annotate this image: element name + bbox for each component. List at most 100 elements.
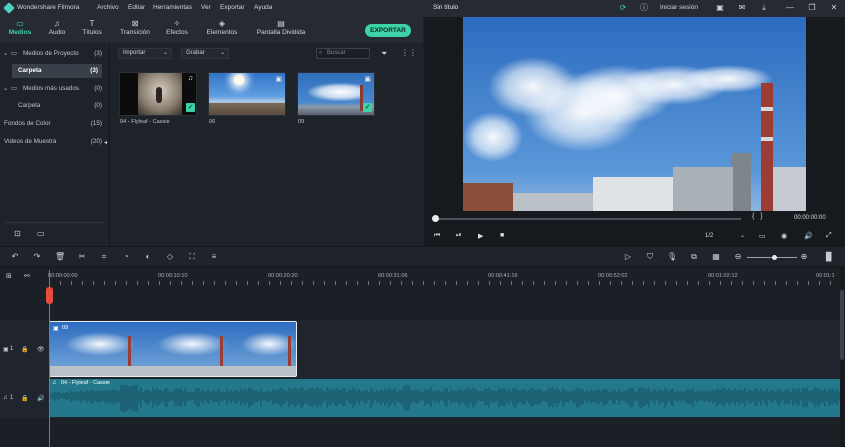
link-icon[interactable]: ⚯	[24, 272, 30, 280]
tab-pantalla-dividida[interactable]: ▤ Pantalla Dividida	[252, 19, 310, 36]
tree-item-fondos-color[interactable]: Fondos de Color (15)	[0, 117, 108, 131]
voiceover-icon[interactable]: ⧉	[689, 252, 699, 262]
tree-item-medios-mas-usados[interactable]: ⌄ ▭ Medios más usados (0)	[0, 82, 108, 96]
tab-transicion[interactable]: ⊠ Transición	[115, 19, 155, 36]
zoom-out-icon[interactable]: ⊖	[733, 252, 743, 262]
zoom-slider-handle[interactable]	[772, 255, 777, 260]
tab-label: Audio	[48, 29, 66, 36]
save-icon[interactable]: ▣	[715, 3, 725, 13]
download-icon[interactable]: ⤓	[759, 3, 769, 13]
new-folder-icon[interactable]: ⊡	[14, 229, 21, 238]
redo-icon[interactable]: ↷	[32, 252, 42, 262]
video-clip[interactable]: ▣ 09	[49, 321, 297, 377]
record-dropdown[interactable]: Grabar ⌄	[181, 48, 229, 59]
tab-label: Títulos	[82, 29, 102, 36]
import-dropdown[interactable]: Importar ⌄	[118, 48, 172, 59]
tab-medios[interactable]: ▭ Medios	[3, 19, 37, 36]
tab-elementos[interactable]: ◈ Elementos	[202, 19, 242, 36]
speaker-icon[interactable]: 🔊	[37, 395, 44, 402]
import-label: Importar	[123, 50, 146, 56]
clip-filmstrip	[50, 322, 296, 376]
menu-editar[interactable]: Editar	[128, 4, 145, 11]
split-screen-icon: ▤	[277, 19, 285, 28]
ruler-timecode: 00:01:1	[816, 273, 835, 279]
tab-titulos[interactable]: T Títulos	[75, 19, 109, 36]
undo-icon[interactable]: ↶	[10, 252, 20, 262]
minimize-icon[interactable]: —	[785, 3, 795, 13]
tree-item-medios-proyecto[interactable]: ⌄ ▭ Medios de Proyecto (3)	[0, 47, 108, 61]
folder-icon: ▭	[16, 19, 24, 28]
mark-in-out-icon[interactable]: { }	[752, 213, 763, 220]
quality-select[interactable]: 1/2 ⌄	[705, 231, 745, 242]
tree-item-count: (3)	[94, 50, 102, 57]
playhead-handle[interactable]	[46, 287, 53, 304]
menu-herramientas[interactable]: Herramientas	[153, 4, 192, 11]
tab-audio[interactable]: ♫ Audio	[40, 19, 74, 36]
delete-icon[interactable]: 🗑	[55, 252, 65, 262]
audio-track-icon: ♫	[3, 395, 8, 401]
subtitle-icon[interactable]: ▦	[711, 252, 721, 262]
search-input[interactable]: ⌕ Buscar	[316, 48, 370, 59]
color-icon[interactable]: ◐	[143, 252, 153, 262]
close-icon[interactable]: ✕	[829, 3, 839, 13]
record-label: Grabar	[186, 50, 205, 56]
tree-item-count: (3)	[90, 67, 98, 74]
prev-frame-icon[interactable]: ⏮	[434, 232, 440, 240]
menu-ver[interactable]: Ver	[201, 4, 211, 11]
snapshot-icon[interactable]: ◉	[781, 232, 787, 240]
tab-efectos[interactable]: ✧ Efectos	[160, 19, 194, 36]
keyframe-icon[interactable]: ◇	[165, 252, 175, 262]
info-icon[interactable]: ⓘ	[639, 3, 649, 13]
volume-icon[interactable]: 🔊	[804, 232, 813, 240]
render-icon[interactable]: ▷	[623, 252, 633, 262]
search-icon: ⌕	[319, 50, 323, 56]
scrollbar-thumb[interactable]	[840, 290, 844, 360]
zoom-in-icon[interactable]: ⊕	[799, 252, 809, 262]
video-clip-label: 09	[62, 325, 69, 331]
audio-clip[interactable]: ♫ 04 - Flyleaf - Cassie	[49, 379, 840, 417]
ruler-timecode: 00:00:41:16	[488, 273, 518, 279]
stop-icon[interactable]: ■	[500, 232, 504, 239]
marker-icon[interactable]: ⛉	[645, 252, 655, 262]
lock-icon[interactable]: 🔒	[21, 395, 28, 402]
mail-icon[interactable]: ✉	[737, 3, 747, 13]
preview-scrubber[interactable]	[433, 218, 741, 220]
menu-archivo[interactable]: Archivo	[97, 4, 119, 11]
login-link[interactable]: Iniciar sesión	[660, 4, 698, 11]
menu-exportar[interactable]: Exportar	[220, 4, 245, 11]
crop-icon[interactable]: ⌗	[99, 252, 109, 262]
chevron-down-icon: ⌄	[3, 85, 9, 92]
search-placeholder: Buscar	[327, 50, 346, 56]
fullscreen-icon[interactable]: ⤢	[826, 232, 832, 240]
play-icon[interactable]: ▶	[478, 232, 483, 240]
video-preview	[463, 17, 806, 211]
collapse-panel-icon[interactable]: ◂	[104, 139, 107, 146]
stabilize-icon[interactable]: ⛶	[187, 252, 197, 262]
eye-icon[interactable]: 👁	[37, 346, 45, 353]
restore-icon[interactable]: ❐	[807, 3, 817, 13]
speed-icon[interactable]: ◔	[121, 252, 131, 262]
step-back-icon[interactable]: ⏯	[456, 232, 462, 240]
tree-item-carpeta-proyecto[interactable]: Carpeta (3)	[12, 64, 102, 78]
export-button[interactable]: EXPORTAR	[365, 24, 411, 37]
microphone-icon[interactable]: 🎙	[667, 252, 677, 262]
filter-icon[interactable]: ⏷	[381, 49, 387, 59]
menu-ayuda[interactable]: Ayuda	[254, 4, 272, 11]
grid-view-icon[interactable]: ⋮⋮	[401, 48, 417, 57]
chevron-down-icon: ⌄	[162, 50, 168, 56]
lock-icon[interactable]: 🔒	[21, 346, 28, 353]
clip-type-icon: ▣	[53, 326, 59, 332]
ruler-timecode: 00:00:00:00	[48, 273, 78, 279]
tree-item-videos-muestra[interactable]: Videos de Muestra (20)	[0, 135, 108, 149]
display-icon[interactable]: ▭	[759, 232, 766, 240]
audio-adjust-icon[interactable]: ≡	[209, 252, 219, 262]
project-title: Sin título	[433, 4, 459, 11]
add-track-icon[interactable]: ⊞	[6, 272, 12, 280]
tree-item-carpeta-usados[interactable]: Carpeta (0)	[0, 99, 108, 113]
cut-icon[interactable]: ✂	[77, 252, 87, 262]
panel-toggle-icon[interactable]: ▐▌	[823, 252, 834, 262]
media-item-06[interactable]: ▣	[208, 72, 286, 116]
sync-icon[interactable]: ⟳	[618, 3, 628, 13]
folder-icon[interactable]: ▭	[37, 229, 45, 238]
scrubber-handle[interactable]	[432, 215, 439, 222]
